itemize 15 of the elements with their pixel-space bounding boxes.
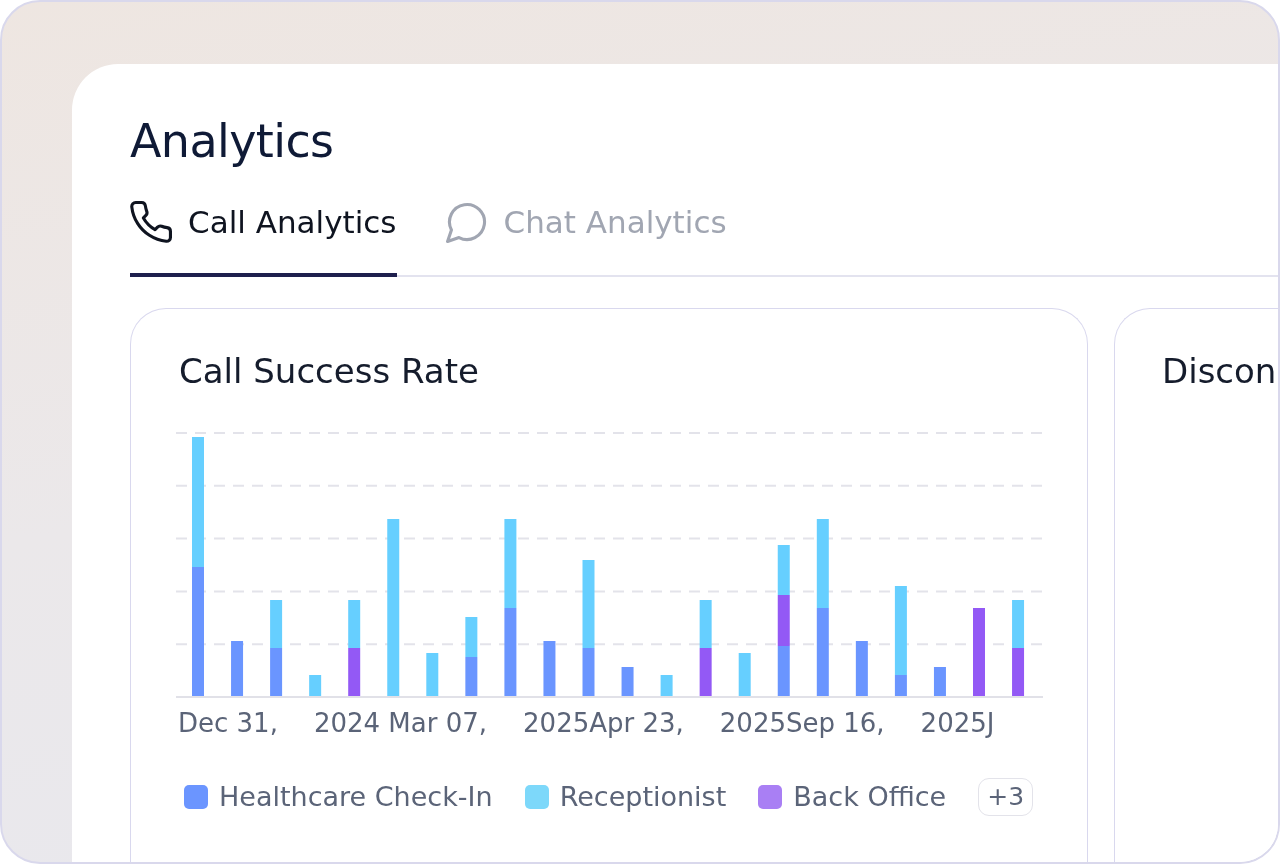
axis-label: 2024 Mar 07, [313, 708, 488, 739]
page-title: Analytics [130, 114, 334, 169]
legend-label: Back Office [793, 780, 947, 814]
legend-label: Healthcare Check-In [219, 780, 493, 814]
more-series-button[interactable]: +3 [978, 778, 1034, 816]
axis-label: 2025Apr 23, [523, 708, 684, 739]
axis-label: Dec 31, [178, 708, 278, 739]
card-title: Discon [1162, 351, 1277, 392]
axis-label: 2025Sep 16, [719, 708, 885, 739]
phone-icon [130, 201, 172, 243]
tab[interactable]: Call Analytics [130, 200, 397, 277]
card-title: Call Success Rate [179, 351, 479, 392]
legend-label: Receptionist [559, 780, 727, 814]
axis-label: 2025J [920, 708, 995, 739]
chat-bubble-icon [445, 201, 488, 243]
